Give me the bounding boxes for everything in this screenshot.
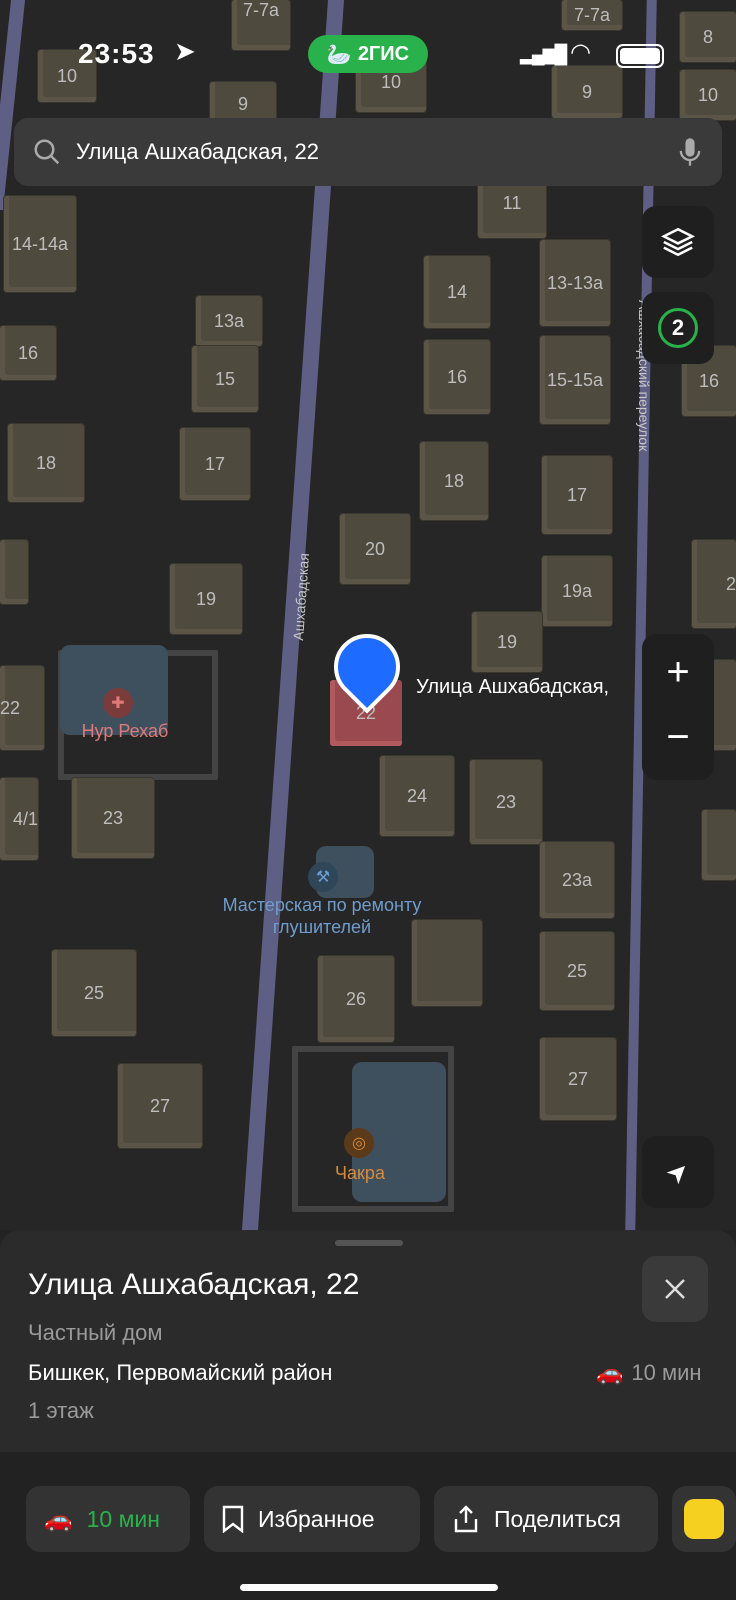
building[interactable]: 27 <box>118 1064 202 1148</box>
my-location-button[interactable]: ➤ <box>642 1136 714 1208</box>
close-icon <box>665 1279 685 1299</box>
building[interactable]: 19 <box>472 612 542 672</box>
building[interactable]: 14 <box>424 256 490 328</box>
search-bar[interactable] <box>14 118 722 186</box>
poi-label-nur-rehab[interactable]: Нур Рехаб <box>50 720 200 742</box>
building[interactable]: 23 <box>72 778 154 858</box>
building[interactable]: 22 <box>0 666 44 750</box>
building[interactable]: 17 <box>180 428 250 500</box>
place-title: Улица Ашхабадская, 22 <box>28 1268 360 1301</box>
favorite-button[interactable]: Избранное <box>204 1486 420 1552</box>
share-label: Поделиться <box>494 1505 622 1532</box>
search-icon <box>34 139 60 165</box>
building[interactable]: 16 <box>0 326 56 380</box>
action-bar: 🚗 10 мин Избранное Поделиться <box>0 1452 736 1600</box>
building[interactable]: 14-14а <box>4 196 76 292</box>
route-button[interactable]: 🚗 10 мин <box>26 1486 190 1552</box>
building[interactable]: 4/1 <box>0 778 38 860</box>
status-bar: 23:53 ➤ 🦢 2ГИС ▂▄▆█ ◠ <box>0 30 736 78</box>
layers-icon <box>661 227 695 257</box>
marker-label[interactable]: Улица Ашхабадская, <box>416 676 609 698</box>
brand-name: 2ГИС <box>357 42 410 65</box>
signal-icon: ▂▄▆█ <box>520 44 567 64</box>
favorite-label: Избранное <box>258 1505 375 1532</box>
brand-badge[interactable]: 🦢 2ГИС <box>308 35 428 73</box>
medical-icon[interactable]: ✚ <box>103 688 133 718</box>
car-icon: 🚗 <box>596 1360 624 1385</box>
eta-info: 🚗 10 мин <box>596 1360 702 1386</box>
status-time: 23:53 <box>78 38 155 69</box>
building[interactable]: 16 <box>424 340 490 414</box>
poi-label-workshop[interactable]: Мастерская по ремонту глушителей <box>212 894 432 938</box>
taxi-icon <box>684 1499 724 1539</box>
building[interactable] <box>0 540 28 604</box>
close-button[interactable] <box>642 1256 708 1322</box>
spa-icon[interactable]: ◎ <box>344 1128 374 1158</box>
building[interactable]: 25 <box>52 950 136 1036</box>
search-input[interactable] <box>76 139 676 165</box>
building[interactable]: 15-15а <box>540 336 610 424</box>
zoom-out-button[interactable]: − <box>666 707 689 777</box>
building[interactable]: 27 <box>540 1038 616 1120</box>
building[interactable]: 15 <box>192 346 258 412</box>
building[interactable]: 17 <box>542 456 612 534</box>
building[interactable] <box>702 810 736 880</box>
building[interactable]: 2 <box>692 540 736 628</box>
building[interactable]: 26 <box>318 956 394 1042</box>
building[interactable]: 23а <box>540 842 614 918</box>
place-type: Частный дом <box>28 1320 163 1345</box>
location-arrow-icon: ➤ <box>174 36 196 66</box>
home-indicator[interactable] <box>240 1584 498 1591</box>
building[interactable]: 7-7а <box>562 0 622 30</box>
floors-count: 1 этаж <box>28 1398 94 1423</box>
goose-icon: 🦢 <box>326 43 352 66</box>
place-address: Бишкек, Первомайский район <box>28 1360 333 1385</box>
zoom-in-button[interactable]: + <box>666 637 689 707</box>
zoom-control: + − <box>642 634 714 780</box>
share-icon <box>454 1505 478 1533</box>
building[interactable]: 23 <box>470 760 542 844</box>
building[interactable]: 25 <box>540 932 614 1010</box>
place-card: Улица Ашхабадская, 22 Частный дом Бишкек… <box>0 1230 736 1600</box>
battery-icon <box>616 44 664 68</box>
building[interactable]: 20 <box>340 514 410 584</box>
building[interactable]: 19 <box>170 564 242 634</box>
taxi-button[interactable] <box>672 1486 736 1552</box>
eta-text: 10 мин <box>631 1360 702 1385</box>
car-icon: 🚗 <box>44 1505 73 1532</box>
building[interactable]: 18 <box>420 442 488 520</box>
wrench-icon[interactable]: ⚒ <box>308 862 338 892</box>
building[interactable]: 13а <box>196 296 262 346</box>
wifi-icon: ◠ <box>570 39 591 66</box>
share-button[interactable]: Поделиться <box>434 1486 658 1552</box>
building[interactable]: 18 <box>8 424 84 502</box>
drag-handle[interactable] <box>335 1240 403 1246</box>
building[interactable]: 13-13а <box>540 240 610 326</box>
navigation-arrow-icon: ➤ <box>659 1153 696 1190</box>
traffic-button[interactable]: 2 <box>642 292 714 364</box>
building[interactable]: 24 <box>380 756 454 836</box>
layers-button[interactable] <box>642 206 714 278</box>
traffic-badge: 2 <box>658 308 698 348</box>
poi-label-chakra[interactable]: Чакра <box>310 1162 410 1184</box>
bookmark-icon <box>222 1505 244 1533</box>
route-label: 10 мин <box>86 1505 160 1532</box>
microphone-icon[interactable] <box>676 136 704 168</box>
building[interactable]: 19а <box>542 556 612 626</box>
